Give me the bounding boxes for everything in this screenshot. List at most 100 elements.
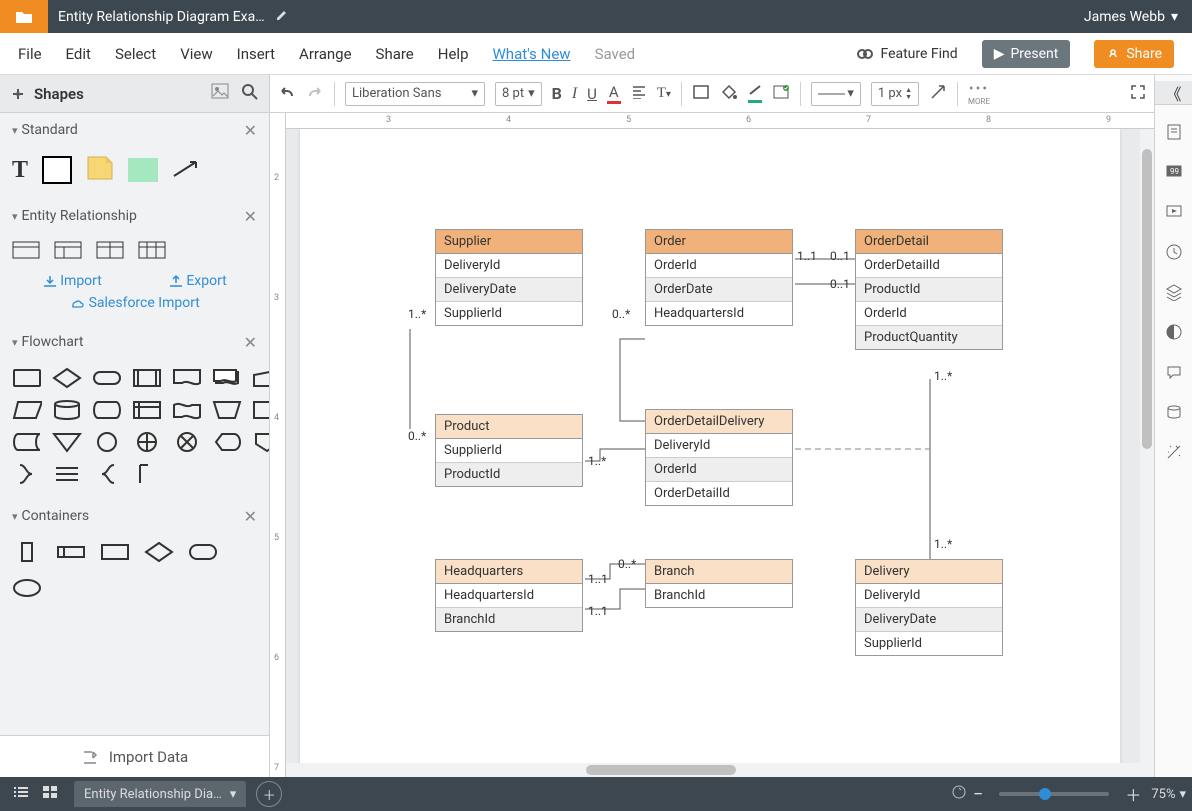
entity-supplier[interactable]: Supplier DeliveryId DeliveryDate Supplie… (435, 229, 583, 326)
fc-terminator[interactable] (92, 367, 122, 389)
menu-file[interactable]: File (18, 45, 42, 63)
zoom-in-button[interactable]: ＋ (1119, 782, 1147, 806)
fc-multidoc[interactable] (212, 367, 242, 389)
section-flowchart[interactable]: Flowchart ✕ (0, 325, 269, 359)
close-icon[interactable]: ✕ (244, 121, 257, 140)
rectangle-shape[interactable] (42, 156, 72, 184)
theme-icon[interactable] (1165, 323, 1183, 345)
fc-delay[interactable] (252, 399, 269, 421)
fc-list[interactable] (52, 463, 82, 485)
container-5[interactable] (188, 541, 218, 563)
chat-icon[interactable] (1165, 363, 1183, 385)
diagram-page[interactable]: Supplier DeliveryId DeliveryDate Supplie… (300, 129, 1120, 769)
image-icon[interactable] (211, 83, 229, 105)
underline-button[interactable]: U (587, 85, 597, 103)
fc-process[interactable] (12, 367, 42, 389)
zoom-slider[interactable] (999, 792, 1109, 796)
menu-arrange[interactable]: Arrange (299, 45, 351, 63)
fill-button[interactable] (720, 84, 738, 104)
folder-icon[interactable] (0, 0, 48, 33)
fullscreen-button[interactable] (1130, 84, 1146, 104)
fc-internalstorage[interactable] (132, 399, 162, 421)
shape-button[interactable] (692, 84, 710, 104)
feature-find[interactable]: Feature Find (856, 45, 957, 63)
entity-orderdetaildelivery[interactable]: OrderDetailDelivery DeliveryId OrderId O… (645, 409, 793, 506)
magic-icon[interactable] (1165, 443, 1183, 465)
fc-connector[interactable] (92, 431, 122, 453)
container-2[interactable] (56, 541, 86, 563)
fc-bracket-close[interactable] (12, 463, 42, 485)
font-select[interactable]: Liberation Sans▾ (345, 82, 485, 106)
fc-document[interactable] (172, 367, 202, 389)
linewidth-select[interactable]: 1 px▲▼ (871, 82, 919, 106)
section-containers[interactable]: Containers ✕ (0, 499, 269, 533)
zoom-out-button[interactable]: − (967, 784, 989, 805)
collapse-dock-button[interactable]: 《 (1155, 81, 1192, 105)
textstyle-button[interactable]: T▾ (657, 85, 671, 102)
textcolor-button[interactable]: A (607, 83, 621, 104)
fc-directdata[interactable] (92, 399, 122, 421)
italic-button[interactable]: I (572, 85, 577, 103)
section-standard[interactable]: Standard ✕ (0, 113, 269, 147)
layers-icon[interactable] (1165, 283, 1183, 305)
page-icon[interactable] (1165, 123, 1183, 145)
more-button[interactable]: •••MORE (968, 81, 990, 106)
line-button[interactable] (748, 84, 762, 103)
salesforce-import-link[interactable]: Salesforce Import (12, 291, 257, 311)
close-icon[interactable]: ✕ (244, 207, 257, 226)
add-page-button[interactable]: ＋ (256, 781, 282, 807)
arrow-shape[interactable] (172, 158, 202, 182)
comment-icon[interactable]: 99 (1165, 163, 1183, 185)
import-link[interactable]: Import (42, 273, 102, 289)
menu-edit[interactable]: Edit (66, 45, 91, 63)
chevron-down-icon[interactable]: ▾ (1179, 787, 1186, 802)
redo-button[interactable] (306, 84, 324, 104)
fc-merge[interactable] (52, 431, 82, 453)
user-menu[interactable]: James Webb ▾ (1070, 9, 1192, 25)
whats-new-link[interactable]: What's New (493, 45, 571, 63)
fc-database[interactable] (52, 399, 82, 421)
fc-note[interactable] (132, 463, 162, 485)
fc-manualinput[interactable] (252, 367, 269, 389)
fc-offpage[interactable] (252, 431, 269, 453)
fc-display[interactable] (212, 431, 242, 453)
search-icon[interactable] (241, 83, 259, 105)
import-data-button[interactable]: Import Data (0, 735, 269, 777)
container-3[interactable] (100, 541, 130, 563)
entity-branch[interactable]: Branch BranchId (645, 559, 793, 608)
block-shape[interactable] (128, 158, 158, 182)
fc-papertape[interactable] (172, 399, 202, 421)
entity-delivery[interactable]: Delivery DeliveryId DeliveryDate Supplie… (855, 559, 1003, 656)
entity-orderdetail[interactable]: OrderDetail OrderDetailId ProductId Orde… (855, 229, 1003, 350)
fc-bracket-open[interactable] (92, 463, 122, 485)
entity-product[interactable]: Product SupplierId ProductId (435, 414, 583, 487)
fc-data[interactable] (12, 399, 42, 421)
grid-view-button[interactable] (36, 785, 64, 803)
bold-button[interactable]: B (552, 84, 562, 103)
zoom-level[interactable]: 75% (1147, 787, 1179, 802)
document-title[interactable]: Entity Relationship Diagram Exa… (48, 9, 275, 25)
vertical-scrollbar[interactable] (1140, 129, 1154, 763)
data-icon[interactable] (1165, 403, 1183, 425)
menu-select[interactable]: Select (115, 45, 156, 63)
linestyle-select[interactable]: ▾ (811, 82, 861, 106)
menu-share[interactable]: Share (376, 45, 414, 63)
text-shape[interactable]: T (12, 157, 28, 184)
fc-storeddata[interactable] (12, 431, 42, 453)
close-icon[interactable]: ✕ (244, 507, 257, 526)
canvas[interactable]: 2 3 4 5 6 7 3 4 5 6 7 8 9 (270, 113, 1154, 777)
shapes-panel-toggle[interactable]: Shapes (10, 85, 84, 103)
container-6[interactable] (12, 577, 42, 599)
fc-sum[interactable] (172, 431, 202, 453)
close-icon[interactable]: ✕ (244, 333, 257, 352)
sync-icon[interactable] (951, 784, 967, 804)
horizontal-scrollbar[interactable] (286, 763, 1154, 777)
fc-manualop[interactable] (212, 399, 242, 421)
present-button[interactable]: ▶ Present (982, 40, 1071, 68)
entity-order[interactable]: Order OrderId OrderDate HeadquartersId (645, 229, 793, 326)
history-icon[interactable] (1165, 243, 1183, 265)
er-shape-1[interactable] (12, 241, 40, 263)
entity-headquarters[interactable]: Headquarters HeadquartersId BranchId (435, 559, 583, 632)
er-shape-4[interactable] (138, 241, 166, 263)
undo-button[interactable] (278, 84, 296, 104)
